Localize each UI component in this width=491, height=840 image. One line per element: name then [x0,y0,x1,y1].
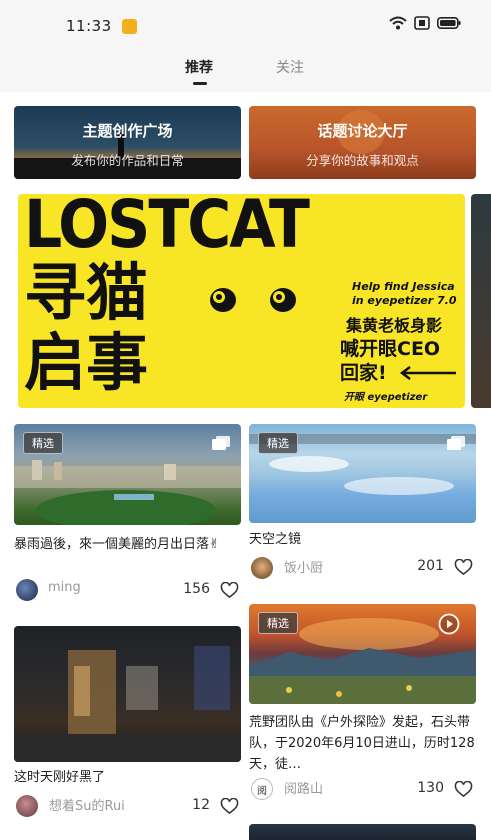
author-name[interactable]: 想着Su的Rui [49,795,125,814]
avatar[interactable] [251,557,273,579]
arrow-left-icon [399,366,456,380]
avatar[interactable] [16,795,38,817]
category-title: 话题讨论大厅 [317,122,408,140]
status-time: 11:33 [66,17,112,35]
tab-recommend[interactable]: 推荐 [185,57,213,77]
like-count: 201 [417,558,444,574]
featured-badge: 精选 [23,432,63,454]
poster-line5: 回家! [340,362,387,384]
feed-card-image[interactable]: 精选 [249,424,476,523]
author-name[interactable]: ming [48,580,81,595]
poster-headline: LOSTCAT [24,194,310,264]
poster-line2: in eyepetizer 7.0 [352,294,457,307]
like-count: 12 [192,797,210,813]
sim-icon [414,16,430,30]
poster-line1: Help find Jessica [352,280,455,293]
category-discussion-hall[interactable]: 话题讨论大厅 分享你的故事和观点 [249,106,476,179]
avatar[interactable] [16,579,38,601]
heart-icon[interactable] [220,582,239,599]
featured-badge: 精选 [258,612,298,634]
status-icons [389,16,461,30]
wifi-icon [389,16,407,30]
avatar[interactable]: 阅 [251,778,273,800]
feed-card-title[interactable]: 这时天刚好黑了 [14,767,241,788]
avatar-text: 阅 [257,785,267,797]
cat-eyes-icon [210,288,296,312]
battery-icon [437,17,461,29]
category-creation-square[interactable]: 主题创作广场 发布你的作品和日常 [14,106,241,179]
gallery-icon [447,436,465,450]
category-title: 主题创作广场 [82,122,173,140]
tab-follow[interactable]: 关注 [276,57,304,77]
feed-card-title[interactable]: 暴雨過後，來一個美麗的月出日落✌ [14,534,241,555]
author-name[interactable]: 阅路山 [284,778,323,797]
like-count: 130 [417,780,444,796]
play-icon[interactable] [438,613,460,635]
heart-icon[interactable] [454,559,473,576]
status-bar: 11:33 [0,0,491,48]
heart-icon[interactable] [454,781,473,798]
poster-line3: 集黄老板身影 [346,316,443,335]
top-tabs: 推荐 关注 [0,48,491,92]
gallery-icon [212,436,230,450]
poster-line4: 喊开眼CEO [340,338,441,360]
feed-card-image[interactable]: 精选 [249,604,476,704]
lost-cat-poster[interactable]: LOSTCAT 寻猫启事 Help find Jessica in eyepet… [18,194,465,408]
category-subtitle: 发布你的作品和日常 [71,153,184,168]
feed-card-title[interactable]: 天空之镜 [249,529,476,550]
next-poster-preview[interactable] [471,194,491,408]
like-count: 156 [183,581,210,597]
tab-indicator [193,82,207,85]
author-name[interactable]: 饭小厨 [284,557,323,576]
heart-icon[interactable] [220,798,239,815]
feed-card-title[interactable]: 荒野团队由《户外探险》发起，石头带队，于2020年6月10日进山，历时128天，… [249,712,476,775]
night-street-image [14,646,241,762]
featured-badge: 精选 [258,432,298,454]
category-subtitle: 分享你的故事和观点 [306,153,419,168]
poster-vertical-text: 寻猫启事 [24,256,149,399]
notification-icon [122,19,137,34]
poster-footer: 开眼 eyepetizer [344,392,428,403]
feed-card-image[interactable] [14,626,241,762]
feed-card-image[interactable]: 精选 [14,424,241,525]
feed-card-image[interactable] [249,824,476,840]
